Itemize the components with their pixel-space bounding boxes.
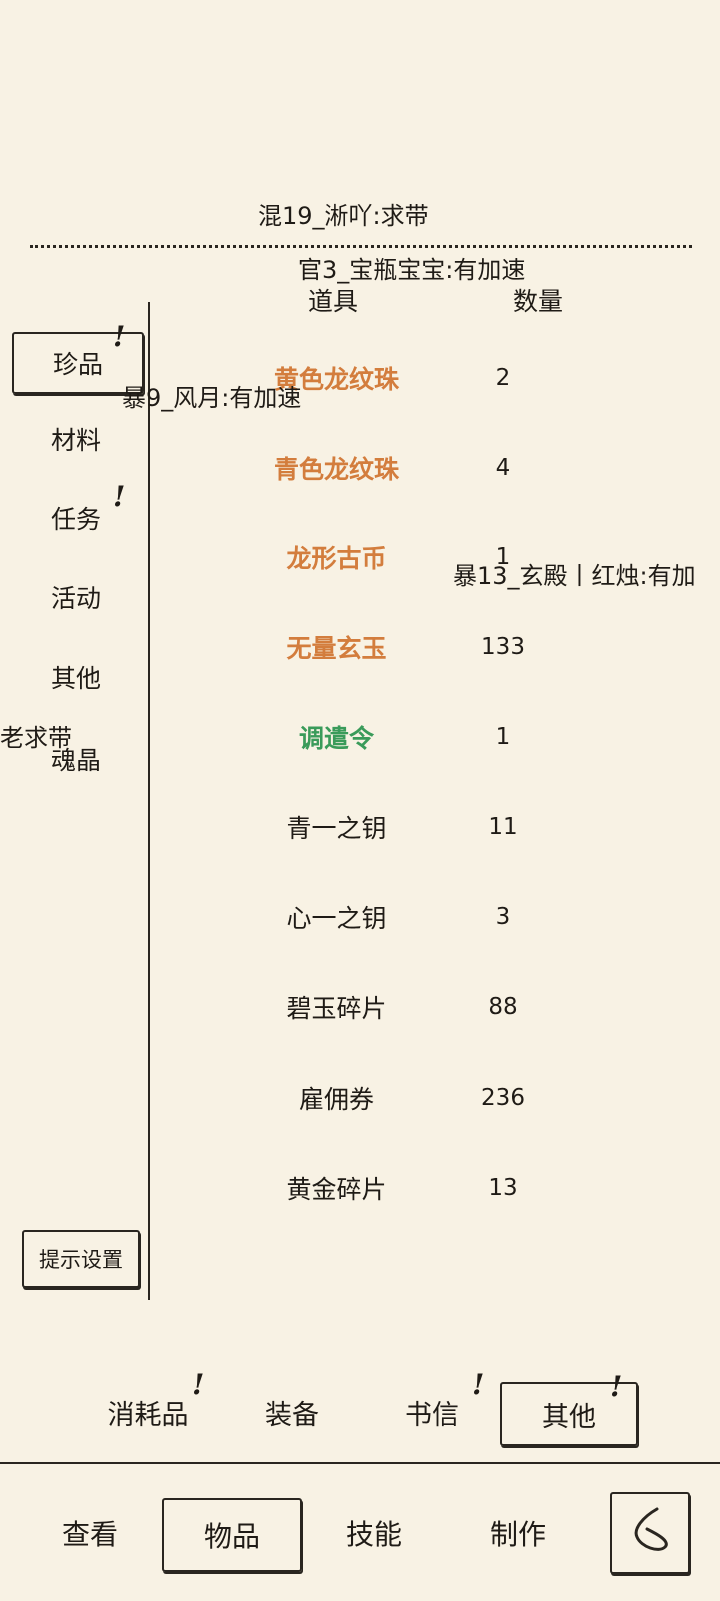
item-count: 4 — [495, 455, 511, 481]
sidebar-item-label: 材料 — [50, 426, 101, 455]
subtab-label: 消耗品 — [107, 1399, 189, 1431]
subtab-label: 书信 — [405, 1399, 459, 1431]
alert-icon: ! — [472, 1368, 485, 1401]
subtab-equipment[interactable]: 装备 — [252, 1382, 332, 1442]
item-count: 88 — [488, 994, 518, 1020]
sidebar-item-label: 其他 — [50, 664, 101, 693]
table-row[interactable]: 青一之钥 11 — [230, 797, 670, 857]
danmaku-message: 混19_淅吖:求带 — [258, 202, 429, 230]
sidebar-item-label: 活动 — [50, 584, 101, 613]
subtab-label: 其他 — [542, 1401, 596, 1433]
sidebar-item-materials[interactable]: 材料 — [12, 410, 140, 468]
table-row[interactable]: 青色龙纹珠 4 — [230, 438, 670, 498]
divider-dotted — [30, 245, 692, 248]
alert-icon: ! — [192, 1368, 205, 1401]
item-name: 青一之钥 — [286, 814, 387, 843]
item-name: 无量玄玉 — [286, 634, 387, 663]
item-name: 碧玉碎片 — [286, 994, 387, 1023]
item-count: 2 — [495, 365, 511, 391]
nav-view[interactable]: 查看 — [40, 1498, 140, 1568]
table-row[interactable]: 调遣令 1 — [230, 707, 670, 767]
nav-label: 查看 — [61, 1518, 118, 1551]
back-button[interactable] — [610, 1492, 690, 1574]
table-row[interactable]: 黄金碎片 13 — [230, 1158, 670, 1218]
sidebar-item-other[interactable]: 其他 — [12, 648, 140, 706]
item-name: 雇佣券 — [298, 1085, 374, 1114]
nav-label: 制作 — [489, 1518, 546, 1551]
subtab-label: 装备 — [265, 1399, 319, 1431]
tips-settings-label: 提示设置 — [39, 1248, 123, 1272]
table-row[interactable]: 雇佣券 236 — [230, 1068, 670, 1128]
item-count: 3 — [495, 904, 511, 930]
sidebar-item-label: 任务 — [50, 505, 101, 534]
sidebar-item-events[interactable]: 活动 — [12, 568, 140, 626]
nav-items[interactable]: 物品 — [162, 1498, 302, 1572]
subtab-letters[interactable]: 书信 — [392, 1382, 472, 1442]
table-row[interactable]: 碧玉碎片 88 — [230, 977, 670, 1037]
nav-skills[interactable]: 技能 — [324, 1498, 424, 1568]
item-count: 13 — [488, 1175, 518, 1201]
item-name: 黄金碎片 — [286, 1175, 387, 1204]
item-count: 1 — [495, 724, 511, 750]
sidebar-item-label: 珍品 — [52, 350, 103, 379]
back-arrow-icon — [625, 1503, 675, 1563]
nav-crafting[interactable]: 制作 — [468, 1498, 568, 1568]
danmaku-message: 老求带 — [0, 724, 72, 752]
column-header-item: 道具 — [307, 287, 358, 316]
alert-icon: ! — [610, 1370, 623, 1403]
subtab-consumables[interactable]: 消耗品 — [98, 1382, 198, 1442]
item-name: 调遣令 — [298, 724, 374, 753]
item-count: 133 — [481, 634, 525, 660]
column-header-count: 数量 — [512, 287, 563, 316]
table-row[interactable]: 心一之钥 3 — [230, 887, 670, 947]
alert-icon: ! — [113, 320, 126, 353]
nav-label: 物品 — [203, 1520, 260, 1553]
item-count: 11 — [488, 814, 518, 840]
item-name: 龙形古币 — [286, 544, 387, 573]
alert-icon: ! — [113, 480, 126, 513]
danmaku-message: 官3_宝瓶宝宝:有加速 — [298, 256, 526, 284]
item-name: 青色龙纹珠 — [273, 455, 399, 484]
bottom-divider — [0, 1462, 720, 1464]
tips-settings-button[interactable]: 提示设置 — [22, 1230, 140, 1288]
nav-label: 技能 — [345, 1518, 402, 1551]
sidebar-divider — [148, 302, 150, 1300]
item-count: 236 — [481, 1085, 525, 1111]
danmaku-message: 暴9_风月:有加速 — [122, 384, 302, 412]
item-name: 心一之钥 — [286, 904, 387, 933]
table-row[interactable]: 无量玄玉 133 — [230, 617, 670, 677]
danmaku-message: 暴13_玄殿丨红烛:有加 — [453, 562, 696, 590]
